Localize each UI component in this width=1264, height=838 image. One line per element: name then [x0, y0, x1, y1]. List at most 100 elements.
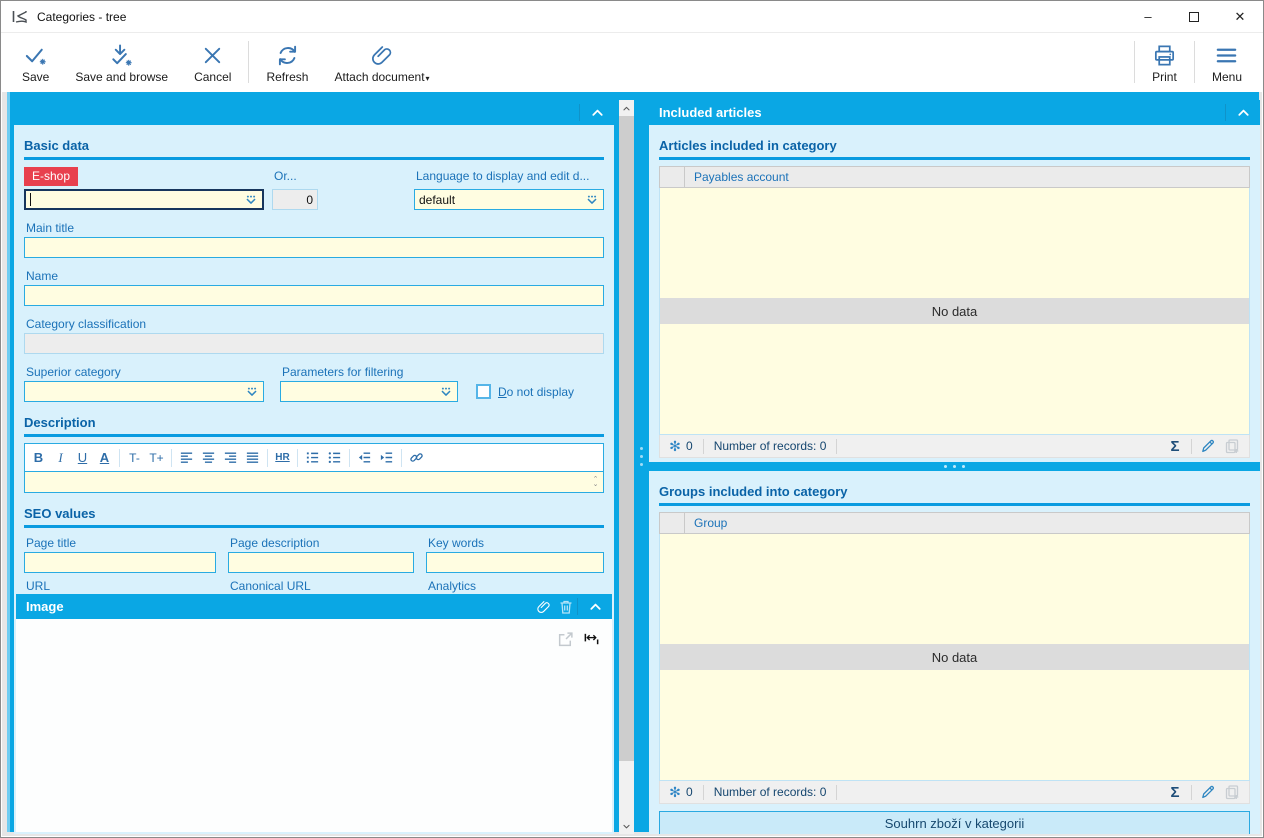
app-k2-icon — [12, 10, 28, 24]
indent-icon[interactable] — [376, 447, 397, 468]
scrollbar-thumb[interactable] — [619, 116, 634, 761]
maximize-button[interactable] — [1171, 1, 1217, 33]
resize-width-icon[interactable] — [583, 631, 600, 648]
snowflake-icon[interactable]: ✻ — [665, 438, 685, 455]
tables-splitter-handle[interactable] — [649, 462, 1260, 471]
basic-data-heading: Basic data — [24, 138, 90, 153]
window-title: Categories - tree — [37, 9, 127, 24]
combo-dropdown-icon[interactable] — [585, 194, 599, 206]
superior-category-combo[interactable] — [24, 381, 264, 402]
description-heading: Description — [24, 415, 96, 430]
articles-empty-message: No data — [660, 298, 1249, 324]
toolbar-separator — [248, 41, 250, 83]
name-input[interactable] — [24, 285, 604, 306]
save-and-browse-button[interactable]: Save and browse — [62, 33, 181, 91]
print-button[interactable]: Print — [1139, 33, 1190, 91]
language-label: Language to display and edit d... — [416, 169, 590, 183]
eshop-combo[interactable] — [24, 189, 264, 210]
edit-pencil-icon[interactable] — [1196, 784, 1220, 800]
ordered-list-icon[interactable] — [302, 447, 323, 468]
eshop-label: E-shop — [24, 167, 79, 186]
vertical-scrollbar[interactable] — [619, 100, 634, 834]
cancel-button[interactable]: Cancel — [181, 33, 244, 91]
scroll-up-arrow-icon[interactable] — [619, 100, 634, 116]
section-rule — [24, 157, 604, 160]
italic-icon[interactable]: I — [50, 447, 71, 468]
image-heading: Image — [26, 599, 64, 614]
analytics-label: Analytics — [428, 579, 477, 593]
do-not-display-checkbox[interactable] — [476, 384, 491, 399]
attach-document-label: Attach document — [334, 70, 425, 84]
category-goods-summary-button[interactable]: Souhrn zboží v kategorii — [659, 811, 1250, 834]
groups-frozen-count: 0 — [686, 785, 693, 799]
language-combo[interactable]: default — [414, 189, 604, 210]
align-right-icon[interactable] — [220, 447, 241, 468]
insert-link-icon[interactable] — [406, 447, 427, 468]
page-title-input[interactable] — [24, 552, 216, 573]
parameters-filtering-combo[interactable] — [280, 381, 458, 402]
attach-document-button[interactable]: Attach document▾ — [321, 33, 442, 91]
save-icon — [23, 41, 48, 68]
font-color-icon[interactable]: A — [94, 447, 115, 468]
save-button[interactable]: Save — [9, 33, 62, 91]
or-value: 0 — [306, 192, 313, 207]
print-icon — [1152, 41, 1177, 68]
content-area: Basic data E-shop Or... Language to disp… — [2, 92, 1262, 836]
edit-pencil-icon[interactable] — [1196, 438, 1220, 454]
main-title-label: Main title — [26, 221, 75, 235]
sum-sigma-icon[interactable]: Σ — [1163, 784, 1187, 801]
dropdown-arrow-icon: ▾ — [425, 74, 430, 83]
window-controls: – ✕ — [1125, 1, 1263, 33]
page-title-label: Page title — [26, 536, 77, 550]
unordered-list-icon[interactable] — [324, 447, 345, 468]
open-external-icon — [557, 631, 574, 648]
attach-paperclip-icon[interactable] — [533, 596, 555, 617]
included-articles-panel: Included articles Articles included in c… — [649, 100, 1260, 834]
refresh-icon — [275, 41, 300, 68]
main-title-input[interactable] — [24, 237, 604, 258]
menu-button[interactable]: Menu — [1199, 33, 1255, 91]
description-input[interactable]: ⌃ ⌄ — [25, 471, 603, 492]
close-button[interactable]: ✕ — [1217, 1, 1263, 33]
page-description-input[interactable] — [228, 552, 414, 573]
combo-dropdown-icon[interactable] — [244, 194, 258, 206]
horizontal-rule-icon[interactable]: HR — [272, 447, 293, 468]
snowflake-icon[interactable]: ✻ — [665, 784, 685, 801]
save-label: Save — [22, 70, 50, 84]
align-left-icon[interactable] — [176, 447, 197, 468]
collapse-chevron-icon[interactable] — [582, 596, 608, 617]
bold-icon[interactable]: B — [28, 447, 49, 468]
justify-icon[interactable] — [242, 447, 263, 468]
articles-table-header: Payables account — [659, 166, 1250, 188]
payables-account-column-header[interactable]: Payables account — [685, 166, 1250, 188]
font-larger-icon[interactable]: T+ — [146, 447, 167, 468]
minimize-button[interactable]: – — [1125, 1, 1171, 33]
refresh-button[interactable]: Refresh — [253, 33, 321, 91]
key-words-input[interactable] — [426, 552, 604, 573]
combo-dropdown-icon[interactable] — [439, 386, 453, 398]
language-value: default — [419, 192, 456, 207]
scroll-down-arrow-icon[interactable] — [619, 818, 634, 834]
underline-icon[interactable]: U — [72, 447, 93, 468]
detail-panel-header — [14, 100, 614, 125]
combo-dropdown-icon[interactable] — [245, 386, 259, 398]
groups-table-body[interactable]: No data — [659, 534, 1250, 781]
url-label: URL — [26, 579, 51, 593]
included-articles-body: Articles included in category Payables a… — [649, 125, 1260, 834]
collapse-chevron-icon[interactable] — [1230, 102, 1256, 123]
panel-splitter-handle[interactable] — [638, 447, 645, 466]
main-toolbar: Save Save and browse Cancel Refresh Atta… — [1, 33, 1263, 91]
outdent-icon[interactable] — [354, 447, 375, 468]
articles-table-body[interactable]: No data — [659, 188, 1250, 435]
group-column-header[interactable]: Group — [685, 512, 1250, 534]
spinner-updown-icon[interactable]: ⌃ ⌄ — [590, 476, 601, 488]
sum-sigma-icon[interactable]: Σ — [1163, 438, 1187, 455]
or-label: Or... — [274, 169, 297, 183]
align-center-icon[interactable] — [198, 447, 219, 468]
trash-icon — [555, 596, 577, 617]
section-rule — [24, 525, 604, 528]
collapse-chevron-icon[interactable] — [584, 102, 610, 123]
groups-table-header: Group — [659, 512, 1250, 534]
cancel-x-icon — [200, 41, 225, 68]
font-smaller-icon[interactable]: T- — [124, 447, 145, 468]
